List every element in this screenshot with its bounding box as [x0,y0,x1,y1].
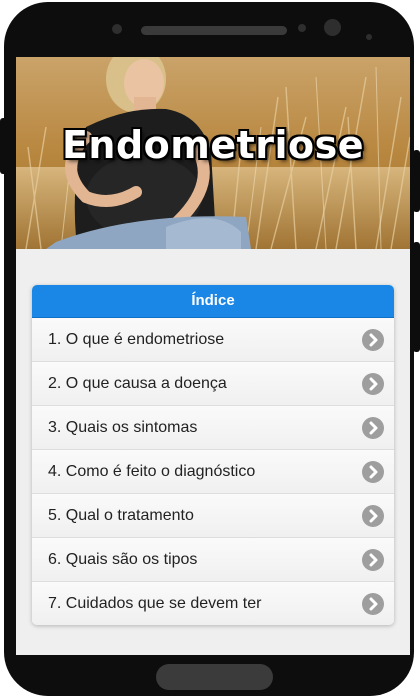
chevron-right-circle-icon [362,329,384,351]
chevron-right-circle-icon [362,461,384,483]
chevron-right-circle-icon [362,549,384,571]
phone-volume-button [413,242,420,352]
index-header: Índice [32,285,394,318]
index-item-7[interactable]: 7. Cuidados que se devem ter [32,581,394,625]
chevron-right-circle-icon [362,593,384,615]
index-item-6[interactable]: 6. Quais são os tipos [32,537,394,581]
index-item-label: 6. Quais são os tipos [48,551,198,568]
earpiece-speaker [141,26,287,35]
index-card: Índice 1. O que é endometriose 2. O que c… [32,285,394,625]
rear-camera-icon [324,19,341,36]
phone-frame: Endometriose Índice 1. O que é endometri… [4,2,414,696]
index-list: 1. O que é endometriose 2. O que causa a … [32,318,394,625]
banner-title: Endometriose [61,123,365,167]
proximity-sensor-icon [366,34,372,40]
index-item-label: 2. O que causa a doença [48,375,227,392]
index-item-label: 3. Quais os sintomas [48,419,198,436]
index-item-label: 7. Cuidados que se devem ter [48,595,262,612]
index-item-label: 4. Como é feito o diagnóstico [48,463,256,480]
phone-power-button [413,150,420,212]
chevron-right-circle-icon [362,417,384,439]
index-item-2[interactable]: 2. O que causa a doença [32,361,394,405]
home-button[interactable] [156,664,273,690]
index-item-1[interactable]: 1. O que é endometriose [32,318,394,361]
index-item-5[interactable]: 5. Qual o tratamento [32,493,394,537]
index-item-4[interactable]: 4. Como é feito o diagnóstico [32,449,394,493]
index-item-label: 1. O que é endometriose [48,331,225,348]
index-item-3[interactable]: 3. Quais os sintomas [32,405,394,449]
sensor-icon [298,24,306,32]
index-item-label: 5. Qual o tratamento [48,507,194,524]
banner-image: Endometriose [16,57,410,249]
chevron-right-circle-icon [362,505,384,527]
app-screen: Endometriose Índice 1. O que é endometri… [16,57,410,655]
chevron-right-circle-icon [362,373,384,395]
front-camera-icon [112,24,122,34]
